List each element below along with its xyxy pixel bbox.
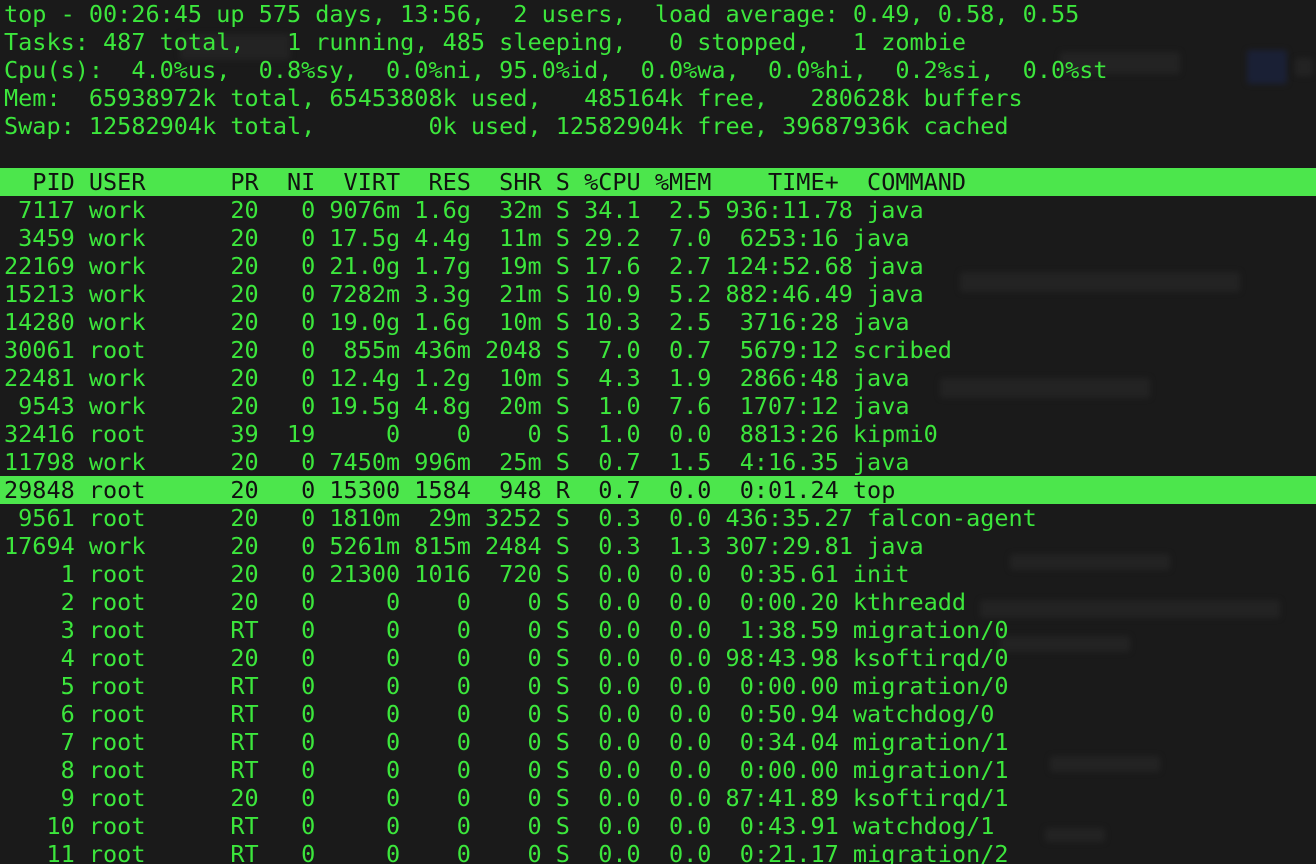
table-row[interactable]: 17694 work 20 0 5261m 815m 2484 S 0.3 1.… <box>0 532 1316 560</box>
table-row[interactable]: 30061 root 20 0 855m 436m 2048 S 7.0 0.7… <box>0 336 1316 364</box>
process-table-body: 7117 work 20 0 9076m 1.6g 32m S 34.1 2.5… <box>0 196 1316 864</box>
table-row[interactable]: 6 root RT 0 0 0 0 S 0.0 0.0 0:50.94 watc… <box>0 700 1316 728</box>
cpu-line: Cpu(s): 4.0%us, 0.8%sy, 0.0%ni, 95.0%id,… <box>4 56 1108 84</box>
table-row[interactable]: 3459 work 20 0 17.5g 4.4g 11m S 29.2 7.0… <box>0 224 1316 252</box>
top-summary: top - 00:26:45 up 575 days, 13:56, 2 use… <box>0 0 1316 140</box>
table-row[interactable]: 11 root RT 0 0 0 0 S 0.0 0.0 0:21.17 mig… <box>0 840 1316 864</box>
table-row[interactable]: 11798 work 20 0 7450m 996m 25m S 0.7 1.5… <box>0 448 1316 476</box>
terminal-window[interactable]: top - 00:26:45 up 575 days, 13:56, 2 use… <box>0 0 1316 864</box>
table-row[interactable]: 1 root 20 0 21300 1016 720 S 0.0 0.0 0:3… <box>0 560 1316 588</box>
process-table-header: PID USER PR NI VIRT RES SHR S %CPU %MEM … <box>0 168 1316 196</box>
table-row[interactable]: 15213 work 20 0 7282m 3.3g 21m S 10.9 5.… <box>0 280 1316 308</box>
table-row[interactable]: 8 root RT 0 0 0 0 S 0.0 0.0 0:00.00 migr… <box>0 756 1316 784</box>
swap-line: Swap: 12582904k total, 0k used, 12582904… <box>4 112 1009 140</box>
table-row[interactable]: 10 root RT 0 0 0 0 S 0.0 0.0 0:43.91 wat… <box>0 812 1316 840</box>
table-row[interactable]: 29848 root 20 0 15300 1584 948 R 0.7 0.0… <box>0 476 1316 504</box>
table-row[interactable]: 4 root 20 0 0 0 0 S 0.0 0.0 98:43.98 kso… <box>0 644 1316 672</box>
uptime-line: top - 00:26:45 up 575 days, 13:56, 2 use… <box>4 0 1080 28</box>
table-row[interactable]: 2 root 20 0 0 0 0 S 0.0 0.0 0:00.20 kthr… <box>0 588 1316 616</box>
tasks-line: Tasks: 487 total, 1 running, 485 sleepin… <box>4 28 967 56</box>
table-row[interactable]: 22169 work 20 0 21.0g 1.7g 19m S 17.6 2.… <box>0 252 1316 280</box>
table-row[interactable]: 5 root RT 0 0 0 0 S 0.0 0.0 0:00.00 migr… <box>0 672 1316 700</box>
table-row[interactable]: 32416 root 39 19 0 0 0 S 1.0 0.0 8813:26… <box>0 420 1316 448</box>
table-row[interactable]: 14280 work 20 0 19.0g 1.6g 10m S 10.3 2.… <box>0 308 1316 336</box>
table-row[interactable]: 9543 work 20 0 19.5g 4.8g 20m S 1.0 7.6 … <box>0 392 1316 420</box>
mem-line: Mem: 65938972k total, 65453808k used, 48… <box>4 84 1023 112</box>
table-row[interactable]: 22481 work 20 0 12.4g 1.2g 10m S 4.3 1.9… <box>0 364 1316 392</box>
table-row[interactable]: 7117 work 20 0 9076m 1.6g 32m S 34.1 2.5… <box>0 196 1316 224</box>
table-row[interactable]: 3 root RT 0 0 0 0 S 0.0 0.0 1:38.59 migr… <box>0 616 1316 644</box>
table-row[interactable]: 7 root RT 0 0 0 0 S 0.0 0.0 0:34.04 migr… <box>0 728 1316 756</box>
table-row[interactable]: 9561 root 20 0 1810m 29m 3252 S 0.3 0.0 … <box>0 504 1316 532</box>
terminal-screen: top - 00:26:45 up 575 days, 13:56, 2 use… <box>0 0 1316 864</box>
table-row[interactable]: 9 root 20 0 0 0 0 S 0.0 0.0 87:41.89 kso… <box>0 784 1316 812</box>
